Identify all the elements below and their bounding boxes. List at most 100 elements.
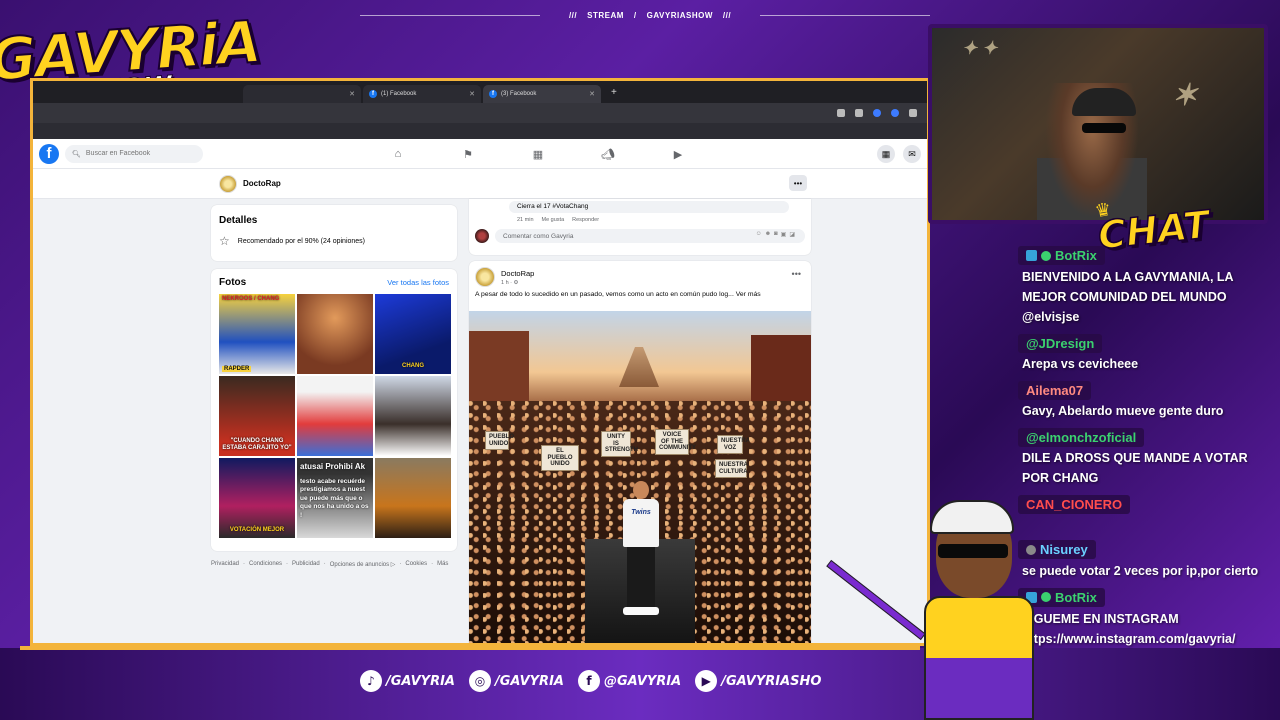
- extension-icon[interactable]: [891, 109, 899, 117]
- megaphone-icon[interactable]: 📣︎: [573, 139, 643, 169]
- new-tab-button[interactable]: +: [611, 87, 617, 98]
- chat-text: BIENVENIDO A LA GAVYMANIA, LA MEJOR COMU…: [1022, 270, 1234, 324]
- performer-shirt: Twins: [623, 499, 659, 547]
- more-options-button[interactable]: •••: [789, 175, 807, 191]
- video-icon[interactable]: ▶: [643, 139, 713, 169]
- streamer-sunglasses: [1082, 123, 1126, 133]
- photo-thumbnail[interactable]: NEKROOS / CHANG RAPDER: [219, 294, 295, 374]
- close-icon[interactable]: ✕: [349, 90, 355, 98]
- photo-caption: VOTACIÓN MEJOR: [229, 527, 285, 534]
- star-icon[interactable]: [855, 109, 863, 117]
- emoji-icon[interactable]: ☻: [765, 231, 771, 238]
- browser-tab-active[interactable]: f (3) Facebook ✕: [483, 85, 601, 103]
- photo-thumbnail[interactable]: atusai Prohibi Ak testo acabe recuérde p…: [297, 458, 373, 538]
- chat-username: BotRix: [1018, 246, 1105, 265]
- chat-username-text: BotRix: [1055, 589, 1097, 605]
- photo-thumbnail[interactable]: [297, 294, 373, 374]
- photos-title: Fotos: [219, 277, 247, 288]
- footer-separator: ·: [323, 561, 326, 567]
- photo-thumbnail[interactable]: CHANG: [375, 294, 451, 374]
- avatar-sticker-icon[interactable]: ☺: [756, 231, 762, 238]
- performer-shoes: [623, 607, 659, 615]
- marketplace-icon[interactable]: ▦: [503, 139, 573, 169]
- performer-head: [633, 481, 649, 499]
- photo-caption: RAPDER: [222, 366, 252, 372]
- footer-link-privacy[interactable]: Privacidad: [211, 561, 239, 568]
- browser-window: ✕ f (1) Facebook ✕ f (3) Facebook ✕ + f …: [30, 78, 930, 646]
- gif-icon[interactable]: ▣: [781, 231, 787, 238]
- details-title: Detalles: [219, 215, 258, 226]
- search-box[interactable]: 🔍︎: [65, 144, 203, 163]
- post-time[interactable]: 1 h · ⚙: [501, 280, 534, 286]
- mascot-hat: [930, 500, 1014, 534]
- facebook-logo-icon[interactable]: f: [39, 143, 59, 164]
- footer-link-advertising[interactable]: Publicidad: [292, 561, 320, 568]
- post-image[interactable]: UNITY IS STRENGTH VOICE OF THE COMMUNITY…: [469, 311, 811, 643]
- verified-badge-icon: [1041, 250, 1051, 261]
- photo-caption: "CUANDO CHANG ESTABA CARAJITO YO": [222, 438, 292, 452]
- browser-tab[interactable]: ✕: [243, 85, 361, 103]
- comment-section: Cierra el 17 #VotaChang 21 min Me gusta …: [469, 199, 811, 255]
- social-youtube: ▶ /GAVYRIASHO: [695, 670, 821, 692]
- post-options-button[interactable]: •••: [792, 269, 801, 279]
- footer-links: Privacidad · Condiciones · Publicidad · …: [211, 561, 448, 568]
- flag-icon[interactable]: ⚑: [433, 139, 503, 169]
- photo-thumbnail[interactable]: [375, 376, 451, 456]
- photo-caption: testo acabe recuérde prestigiamos a nues…: [300, 478, 369, 519]
- footer-link-terms[interactable]: Condiciones: [249, 561, 282, 568]
- post-author[interactable]: DoctoRap: [501, 269, 534, 278]
- reply-comment-button[interactable]: Responder: [572, 217, 599, 223]
- facebook-header: f 🔍︎ ⌂ ⚑ ▦ 📣︎ ▶ ▦ ✉: [33, 139, 927, 169]
- search-input[interactable]: [85, 150, 196, 157]
- post-header: DoctoRap 1 h · ⚙ •••: [469, 261, 811, 287]
- footer-link-cookies[interactable]: Cookies: [405, 561, 427, 568]
- post-body: A pesar de todo lo sucedido en un pasado…: [475, 291, 734, 298]
- protest-sign: UNITY IS STRENGTH: [601, 431, 638, 457]
- camera-icon[interactable]: ◙: [774, 231, 778, 238]
- social-handle: /GAVYRIA: [386, 673, 455, 689]
- graffiti-art: ✦ ✦: [962, 38, 998, 58]
- photo-thumbnail[interactable]: VOTACIÓN MEJOR: [219, 458, 295, 538]
- chat-text: DILE A DROSS QUE MANDE A VOTAR POR CHANG: [1022, 451, 1248, 485]
- comment-actions: 21 min Me gusta Responder: [517, 217, 599, 223]
- facebook-nav: ⌂ ⚑ ▦ 📣︎ ▶: [363, 139, 713, 169]
- install-icon[interactable]: [837, 109, 845, 117]
- photos-header: Fotos Ver todas las fotos: [219, 277, 449, 288]
- browser-tab[interactable]: f (1) Facebook ✕: [363, 85, 481, 103]
- webcam-feed: ✦ ✦ ✶: [928, 24, 1268, 224]
- photo-thumbnail[interactable]: [375, 458, 451, 538]
- post-author-avatar[interactable]: [475, 267, 495, 287]
- footer-link-more[interactable]: Más: [437, 561, 448, 568]
- comment-field-wrap: Comentar como Gavyria ☺ ☻ ◙ ▣ ◪: [495, 229, 805, 243]
- like-comment-button[interactable]: Me gusta: [542, 217, 565, 223]
- photo-thumbnail[interactable]: "CUANDO CHANG ESTABA CARAJITO YO": [219, 376, 295, 456]
- comment-tools: ☺ ☻ ◙ ▣ ◪: [756, 231, 795, 238]
- puzzle-icon[interactable]: [909, 109, 917, 117]
- banner-stream-label: STREAM: [587, 10, 624, 20]
- chat-message: @elmonchzoficial DILE A DROSS QUE MANDE …: [1010, 428, 1272, 489]
- social-links: ♪ /GAVYRIA ◎ /GAVYRIA f @GAVYRIA ▶ /GAVY…: [360, 670, 821, 692]
- footer-link-ad-choices[interactable]: Opciones de anuncios ▷: [330, 561, 396, 568]
- photo-grid: NEKROOS / CHANG RAPDER CHANG "CUANDO CHA…: [219, 294, 451, 538]
- home-icon[interactable]: ⌂: [363, 139, 433, 169]
- page-name[interactable]: DoctoRap: [243, 179, 281, 188]
- sticker-icon[interactable]: ◪: [789, 231, 795, 238]
- photo-caption: CHANG: [402, 363, 424, 370]
- see-all-photos-link[interactable]: Ver todas las fotos: [387, 278, 449, 287]
- chat-text: Gavy, Abelardo mueve gente duro: [1022, 404, 1224, 418]
- close-icon[interactable]: ✕: [469, 90, 475, 98]
- performer: Twins: [619, 481, 663, 621]
- see-more-link[interactable]: Ver más: [736, 291, 761, 298]
- photo-caption: NEKROOS / CHANG: [222, 296, 280, 302]
- close-icon[interactable]: ✕: [589, 90, 595, 98]
- photo-thumbnail[interactable]: [297, 376, 373, 456]
- banner-divider: [760, 15, 930, 16]
- messenger-icon[interactable]: ✉: [903, 145, 921, 163]
- avatar[interactable]: [475, 229, 489, 243]
- page-avatar[interactable]: [219, 174, 237, 193]
- post-card: DoctoRap 1 h · ⚙ ••• A pesar de todo lo …: [469, 261, 811, 643]
- menu-grid-icon[interactable]: ▦: [877, 145, 895, 163]
- moderator-badge-icon: [1026, 250, 1037, 261]
- extension-icon[interactable]: [873, 109, 881, 117]
- protest-sign: NUESTRA CULTURA: [715, 459, 748, 479]
